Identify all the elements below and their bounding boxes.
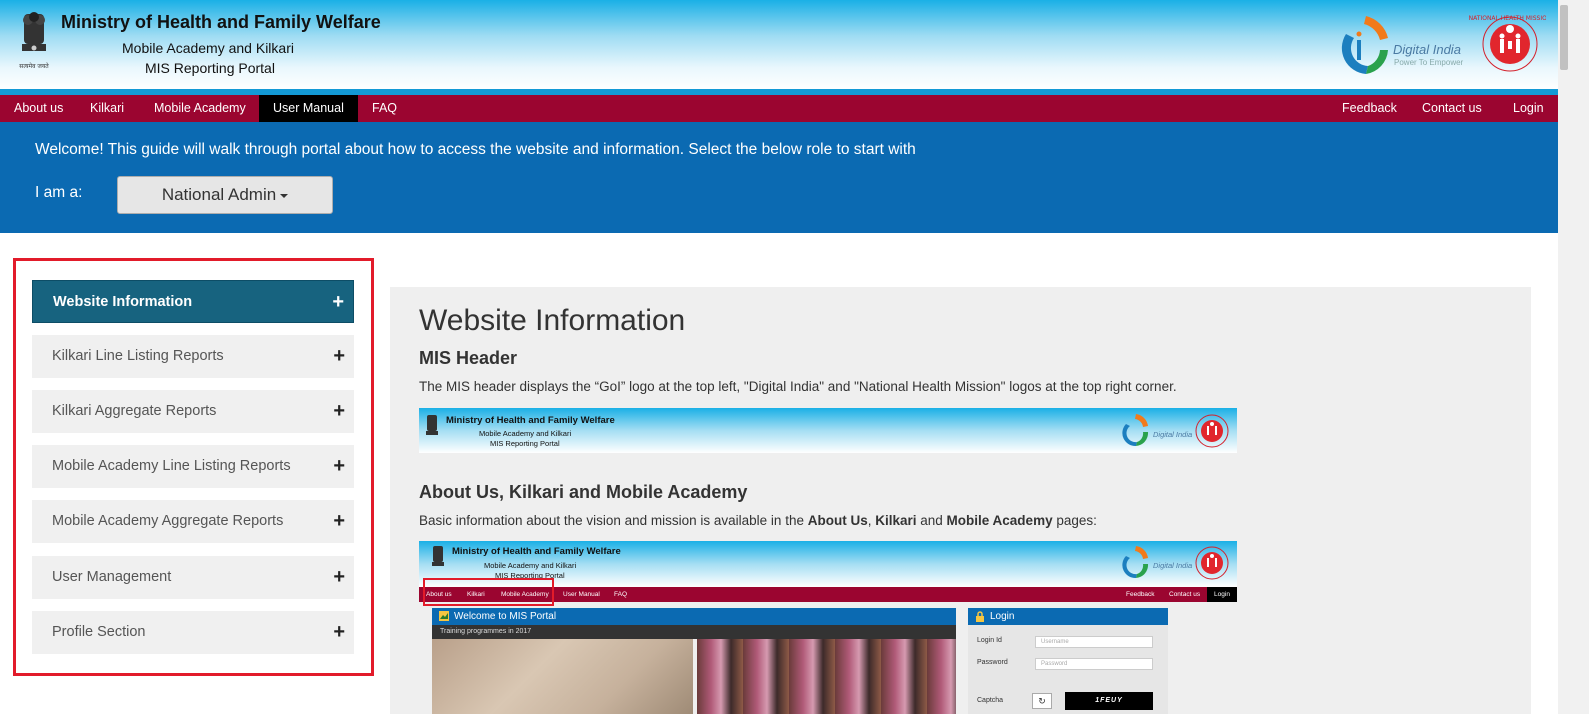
sidebar-item-label: Kilkari Aggregate Reports [52,403,217,419]
sidebar-item-label: Profile Section [52,624,146,640]
shot-password-field: Password [1035,658,1153,670]
portal-screenshot-image: Ministry of Health and Family Welfare Mo… [419,541,1237,714]
national-health-mission-logo-icon: NATIONAL HEALTH MISSION [1469,15,1546,72]
nav-user-manual[interactable]: User Manual [259,95,358,122]
section-text-about-us: Basic information about the vision and m… [419,513,1097,528]
refresh-icon: ↻ [1032,693,1052,709]
shot-nav-faq: FAQ [614,591,628,598]
plus-icon: + [333,455,345,477]
role-dropdown[interactable]: National Admin [117,176,333,214]
digital-india-logo-icon [1122,414,1149,447]
shot-login-title: Login [968,608,1168,625]
header-screenshot-image: Ministry of Health and Family Welfare Mo… [419,408,1237,453]
shot-welcome-panel-title: Welcome to MIS Portal [432,608,956,625]
shot-login-id-label: Login Id [977,637,1002,644]
nav-about-us[interactable]: About us [0,95,77,122]
plus-icon: + [333,345,345,367]
section-heading-mis-header: MIS Header [419,348,518,368]
section-text-mis-header: The MIS header displays the “GoI” logo a… [419,379,1177,394]
sidebar-item-profile-section[interactable]: Profile Section + [32,611,354,654]
shot-header-title: Ministry of Health and Family Welfare [452,546,621,557]
goi-emblem-icon [426,415,438,435]
sidebar-item-kilkari-line-listing[interactable]: Kilkari Line Listing Reports + [32,335,354,378]
header-subtitle-2: MIS Reporting Portal [145,60,275,76]
plus-icon: + [332,291,344,313]
shot-username-field: Username [1035,636,1153,648]
sidebar-item-mobile-academy-line-listing[interactable]: Mobile Academy Line Listing Reports + [32,445,354,488]
nav-contact-us[interactable]: Contact us [1408,95,1496,122]
nav-feedback[interactable]: Feedback [1328,95,1411,122]
welcome-banner: Welcome! This guide will walk through po… [0,122,1558,233]
shot-header-subtitle-2: MIS Reporting Portal [490,439,560,448]
text-separator: and [916,513,947,528]
sidebar-item-user-management[interactable]: User Management + [32,556,354,599]
chevron-down-icon [280,193,289,198]
shot-captcha-image: 1FEUY [1065,692,1153,710]
page-scrollbar[interactable] [1558,0,1589,714]
header-subtitle: Mobile Academy and Kilkari [122,40,294,56]
digital-india-logo-icon [1122,546,1149,579]
image-icon [439,611,449,621]
role-label: I am a: [35,184,83,201]
section-heading-about-us: About Us, Kilkari and Mobile Academy [419,482,748,502]
shot-header-subtitle: Mobile Academy and Kilkari [484,561,577,570]
shot-training-caption: Training programmes in 2017 [432,625,956,639]
plus-icon: + [333,566,345,588]
sidebar-item-mobile-academy-aggregate[interactable]: Mobile Academy Aggregate Reports + [32,500,354,543]
goi-emblem-icon: सत्यमेव जयते [19,12,49,70]
page-title: Website Information [419,304,686,337]
scrollbar-thumb[interactable] [1560,5,1568,70]
shot-password-label: Password [977,659,1008,666]
page: { "header": { "title": "Ministry of Heal… [0,0,1589,714]
header-title: Ministry of Health and Family Welfare [61,12,381,32]
sidebar-item-label: Mobile Academy Line Listing Reports [52,458,291,474]
nav-mobile-academy[interactable]: Mobile Academy [140,95,260,122]
shot-nav-contact-us: Contact us [1169,591,1201,598]
digital-india-tagline: Power To Empower [1394,58,1464,67]
sidebar-item-website-information[interactable]: Website Information + [32,280,354,323]
shot-header-subtitle: Mobile Academy and Kilkari [479,429,572,438]
shot-header-title: Ministry of Health and Family Welfare [446,415,615,426]
svg-text:NATIONAL HEALTH MISSION: NATIONAL HEALTH MISSION [1469,15,1546,22]
svg-text:सत्यमेव जयते: सत्यमेव जयते [19,62,49,70]
text-prefix: Basic information about the vision and m… [419,513,808,528]
text-suffix: pages: [1052,513,1097,528]
shot-nav-login: Login [1207,587,1237,602]
national-health-mission-logo-icon [1195,546,1229,580]
text-about-us: About Us [807,513,868,528]
national-health-mission-logo-icon [1195,414,1229,448]
digital-india-text: Digital India [1393,42,1461,57]
shot-welcome-title: Welcome to MIS Portal [454,611,557,622]
plus-icon: + [333,621,345,643]
shot-login-panel: Login Login Id Username Password Passwor… [968,608,1168,714]
sidebar-item-label: Kilkari Line Listing Reports [52,348,224,364]
sidebar-item-label: User Management [52,569,172,585]
text-mobile-academy: Mobile Academy [946,513,1053,528]
shot-nav-user-manual: User Manual [563,591,600,598]
sidebar-item-label: Mobile Academy Aggregate Reports [52,513,284,529]
goi-emblem-icon [432,546,444,566]
training-crowd-photo [697,639,956,714]
screenshot-highlight-frame [423,578,554,606]
nav-faq[interactable]: FAQ [358,95,411,122]
shot-captcha-label: Captcha [977,697,1004,704]
plus-icon: + [333,400,345,422]
shot-digital-india-text: Digital India [1153,430,1193,439]
shot-nav-feedback: Feedback [1126,591,1155,598]
welcome-text: Welcome! This guide will walk through po… [35,141,916,158]
training-photo [432,639,693,714]
sidebar-item-kilkari-aggregate[interactable]: Kilkari Aggregate Reports + [32,390,354,433]
main-nav: About us Kilkari Mobile Academy User Man… [0,95,1558,122]
nav-kilkari[interactable]: Kilkari [76,95,138,122]
shot-digital-india-text: Digital India [1153,561,1193,570]
text-kilkari: Kilkari [875,513,917,528]
sidebar-item-label: Website Information [53,294,193,310]
plus-icon: + [333,510,345,532]
lock-icon [976,611,984,622]
nav-login[interactable]: Login [1499,95,1558,122]
role-dropdown-value: National Admin [161,185,277,204]
